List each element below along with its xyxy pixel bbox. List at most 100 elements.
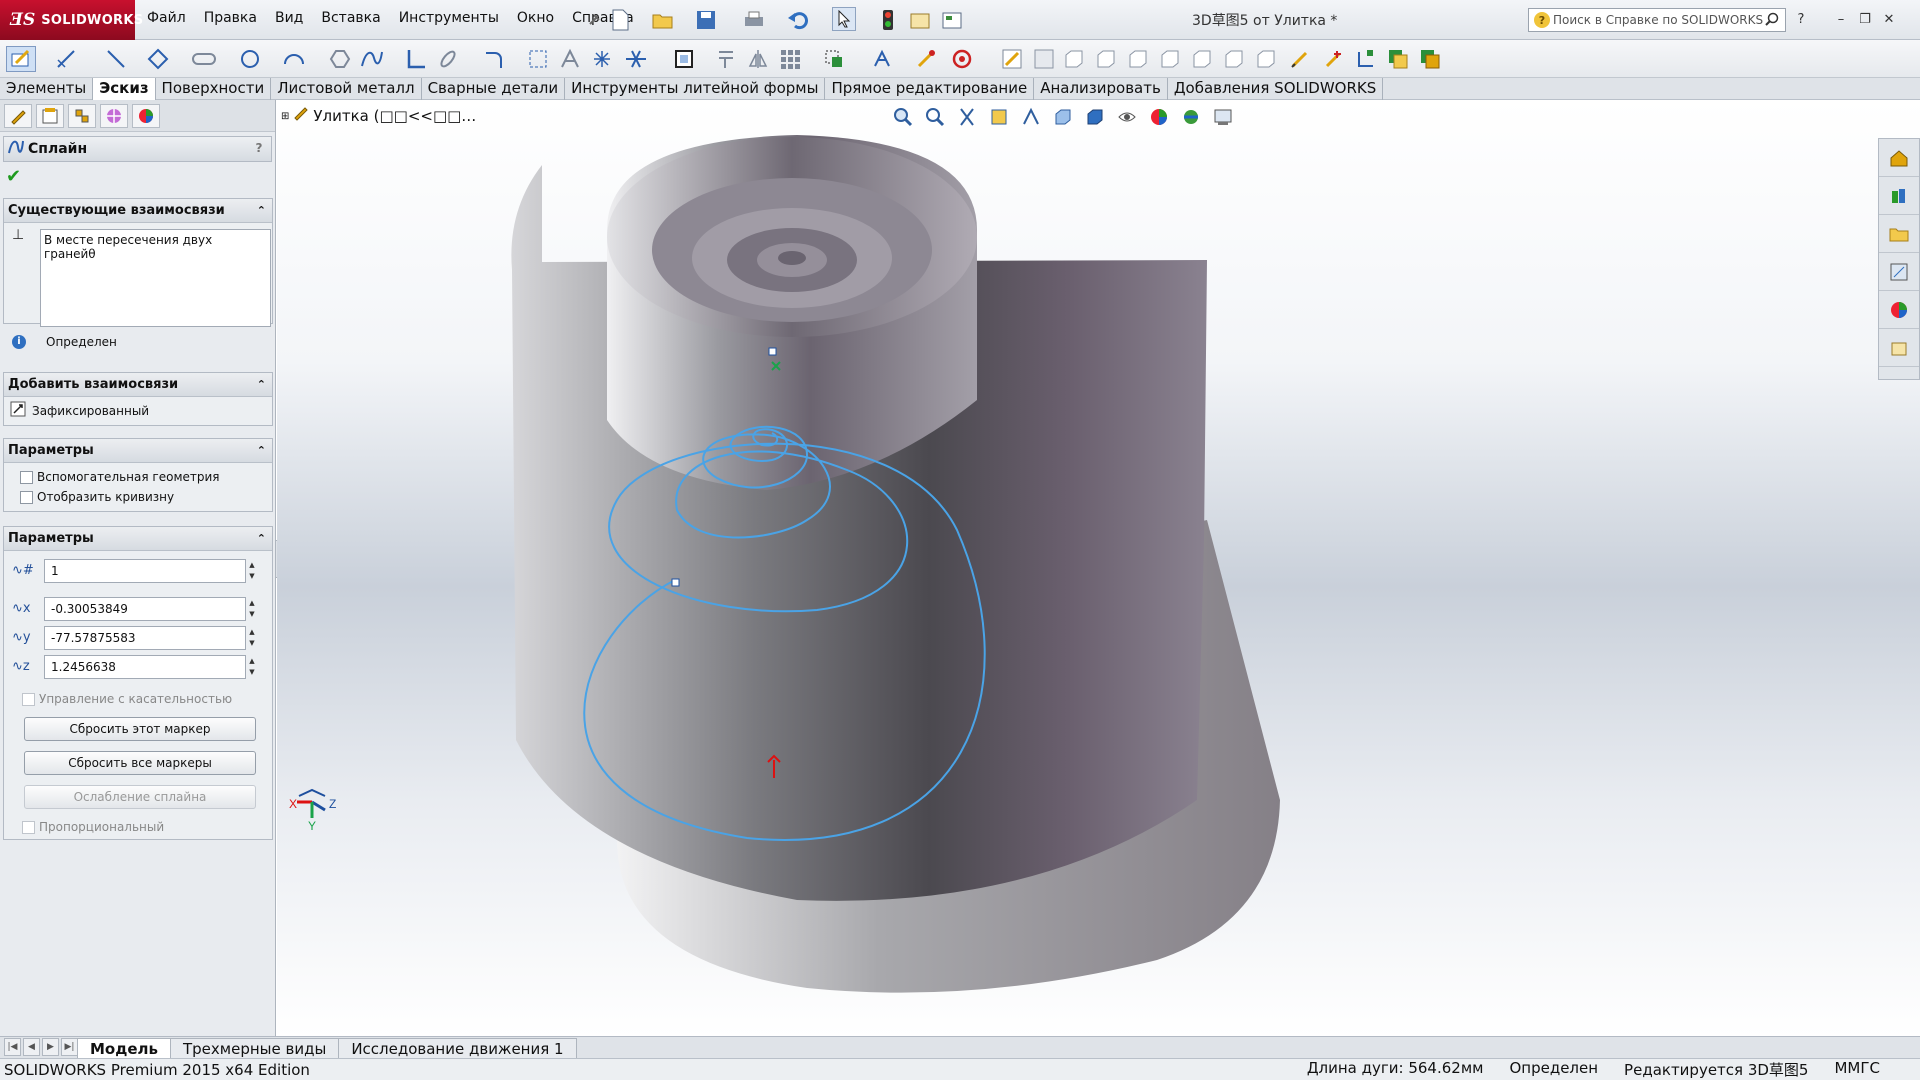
proportional-checkbox[interactable]: Пропорциональный: [6, 817, 164, 837]
undo-icon[interactable]: [786, 8, 810, 32]
custom-properties-icon[interactable]: [1879, 329, 1919, 367]
display-manager-tab-icon[interactable]: [132, 104, 160, 128]
ok-check-icon[interactable]: ✔: [6, 166, 275, 187]
tab-surfaces[interactable]: Поверхности: [156, 78, 272, 100]
feature-tree-tab-icon[interactable]: [4, 104, 32, 128]
spline-icon[interactable]: [360, 47, 384, 71]
parameters-header[interactable]: Параметры ⌃: [4, 527, 272, 551]
spin-arrows-icon[interactable]: ▲ ▼: [246, 627, 258, 651]
tab-evaluate[interactable]: Анализировать: [1034, 78, 1168, 100]
menu-tools[interactable]: Инструменты: [399, 10, 499, 26]
instant-2d-icon[interactable]: [1000, 47, 1024, 71]
tab-model[interactable]: Модель: [77, 1037, 171, 1058]
sketch-picture-icon[interactable]: [1032, 47, 1056, 71]
save-icon[interactable]: [694, 8, 718, 32]
mirror-entities-icon[interactable]: [746, 47, 770, 71]
rebuild-icon[interactable]: [876, 8, 900, 32]
open-folder-icon[interactable]: [651, 8, 675, 32]
menu-insert[interactable]: Вставка: [321, 10, 380, 26]
menu-window[interactable]: Окно: [517, 10, 554, 26]
file-properties-icon[interactable]: [908, 8, 932, 32]
help-search-input[interactable]: ? Поиск в Справке по SOLIDWORKS: [1528, 8, 1786, 32]
view-left-icon[interactable]: [1126, 47, 1150, 71]
spline-point-number-field[interactable]: 1 ▲ ▼: [44, 559, 255, 583]
new-document-icon[interactable]: [608, 8, 632, 32]
spin-arrows-icon[interactable]: ▲ ▼: [246, 598, 258, 622]
convert-entities-icon[interactable]: [672, 47, 696, 71]
spin-arrows-icon[interactable]: ▲ ▼: [246, 560, 258, 584]
appearances-icon[interactable]: [1879, 291, 1919, 329]
prev-tab-icon[interactable]: ◀: [23, 1037, 40, 1056]
rectangle-icon[interactable]: [146, 47, 170, 71]
graphics-area[interactable]: ⊞ Улитка (□□<<□□… X Z Y: [277, 100, 1920, 1036]
model-scene[interactable]: X Z Y: [277, 100, 1920, 1036]
tab-weldments[interactable]: Сварные детали: [422, 78, 566, 100]
last-tab-icon[interactable]: ▶|: [61, 1037, 78, 1056]
solidworks-resources-icon[interactable]: [1879, 139, 1919, 177]
existing-relations-list[interactable]: В месте пересечения двух гранейθ: [40, 229, 271, 327]
point-icon[interactable]: [590, 47, 614, 71]
offset-entities-icon[interactable]: [714, 47, 738, 71]
view-back-icon[interactable]: [1094, 47, 1118, 71]
search-icon[interactable]: [1765, 12, 1779, 29]
tab-motion-study[interactable]: Исследование движения 1: [338, 1037, 577, 1058]
show-curvature-checkbox[interactable]: Отобразить кривизну: [4, 487, 272, 507]
line-icon[interactable]: [104, 47, 128, 71]
collapse-chevron-icon[interactable]: ⌃: [257, 204, 266, 217]
view-palette-icon[interactable]: [1879, 253, 1919, 291]
repair-sketch-icon[interactable]: [914, 47, 938, 71]
help-question-icon[interactable]: ?: [251, 141, 267, 157]
trim-entities-icon[interactable]: [624, 47, 648, 71]
arc-icon[interactable]: [282, 47, 306, 71]
property-manager-tab-icon[interactable]: [36, 104, 64, 128]
sketch-pencil-icon[interactable]: [1288, 47, 1312, 71]
edit-sketch-icon[interactable]: [6, 46, 36, 72]
centerline-icon[interactable]: [404, 47, 428, 71]
display-relations-icon[interactable]: [870, 47, 894, 71]
relation-item[interactable]: В месте пересечения двух гранейθ: [44, 233, 267, 261]
relax-spline-button[interactable]: Ослабление сплайна: [24, 785, 256, 809]
solidworks-logo[interactable]: ƎS SOLIDWORKS: [0, 0, 143, 40]
restore-icon[interactable]: ❐: [1856, 10, 1874, 28]
block-icon[interactable]: [1418, 47, 1442, 71]
text-icon[interactable]: [558, 47, 582, 71]
reset-all-handles-button[interactable]: Сбросить все маркеры: [24, 751, 256, 775]
collapse-chevron-icon[interactable]: ⌃: [257, 378, 266, 391]
first-tab-icon[interactable]: |◀: [4, 1037, 21, 1056]
design-library-icon[interactable]: [1879, 177, 1919, 215]
print-icon[interactable]: [742, 8, 766, 32]
circle-icon[interactable]: [238, 47, 262, 71]
view-front-icon[interactable]: [1062, 47, 1086, 71]
add-relation-icon[interactable]: [1322, 47, 1346, 71]
tab-mold-tools[interactable]: Инструменты литейной формы: [565, 78, 826, 100]
view-top-icon[interactable]: [1190, 47, 1214, 71]
tab-direct-editing[interactable]: Прямое редактирование: [825, 78, 1035, 100]
fix-relation-button[interactable]: Зафиксированный: [4, 397, 272, 420]
tab-sheet-metal[interactable]: Листовой металл: [271, 78, 422, 100]
pin-icon[interactable]: [582, 8, 606, 32]
smart-dimension-icon[interactable]: [54, 47, 78, 71]
existing-relations-header[interactable]: Существующие взаимосвязи ⌃: [4, 199, 272, 223]
tab-addins[interactable]: Добавления SOLIDWORKS: [1168, 78, 1384, 100]
add-relations-header[interactable]: Добавить взаимосвязи ⌃: [4, 373, 272, 397]
tangency-driving-checkbox[interactable]: Управление с касательностью: [6, 689, 232, 709]
options-icon[interactable]: [940, 8, 964, 32]
linear-pattern-icon[interactable]: [778, 47, 802, 71]
view-iso-icon[interactable]: [1254, 47, 1278, 71]
collapse-chevron-icon[interactable]: ⌃: [257, 532, 266, 545]
minimize-icon[interactable]: –: [1832, 10, 1850, 28]
tab-features[interactable]: Элементы: [0, 78, 94, 100]
slot-icon[interactable]: [192, 47, 216, 71]
unit-system[interactable]: MMГС: [1834, 1059, 1880, 1080]
polygon-icon[interactable]: [328, 47, 352, 71]
view-right-icon[interactable]: [1158, 47, 1182, 71]
collapse-chevron-icon[interactable]: ⌃: [257, 444, 266, 457]
help-dropdown-icon[interactable]: ?: [1792, 10, 1810, 28]
layers-icon[interactable]: [1386, 47, 1410, 71]
sketch-edit-icon[interactable]: [1354, 47, 1378, 71]
ellipse-icon[interactable]: [436, 47, 460, 71]
tab-3d-views[interactable]: Трехмерные виды: [170, 1037, 340, 1058]
quick-snaps-icon[interactable]: [950, 47, 974, 71]
next-tab-icon[interactable]: ▶: [42, 1037, 59, 1056]
menu-edit[interactable]: Правка: [204, 10, 257, 26]
